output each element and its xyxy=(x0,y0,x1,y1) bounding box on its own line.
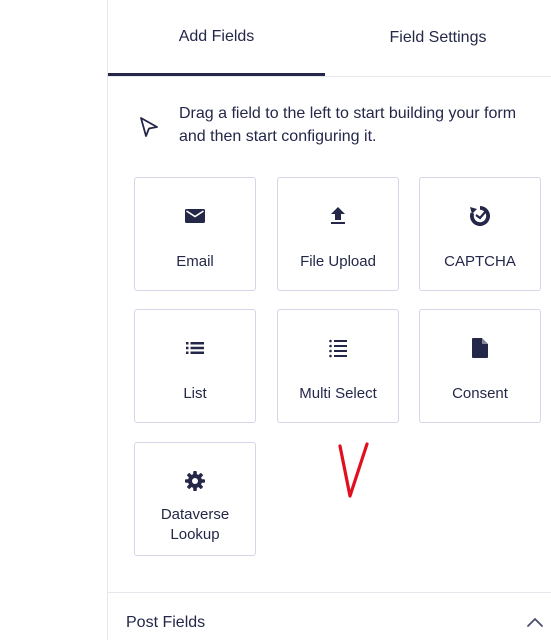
field-list[interactable]: List xyxy=(134,309,256,423)
section-header-post-fields[interactable]: Post Fields xyxy=(126,614,205,632)
list-icon xyxy=(186,342,204,354)
field-captcha[interactable]: CAPTCHA xyxy=(419,177,541,291)
tab-add-fields[interactable]: Add Fields xyxy=(108,0,325,76)
field-label: CAPTCHA xyxy=(444,253,516,270)
sidebar-tabs: Add Fields Field Settings xyxy=(108,0,551,77)
field-label: Consent xyxy=(452,385,508,402)
section-divider xyxy=(108,592,551,593)
drag-hint: Drag a field to the left to start buildi… xyxy=(134,102,544,152)
field-consent[interactable]: Consent xyxy=(419,309,541,423)
pointer-icon xyxy=(140,117,158,137)
gear-icon xyxy=(185,471,205,491)
envelope-icon xyxy=(185,209,205,223)
document-icon xyxy=(472,338,488,358)
upload-icon xyxy=(331,207,345,224)
tab-field-settings[interactable]: Field Settings xyxy=(325,0,551,76)
red-checkmark-annotation xyxy=(338,442,369,498)
field-label: File Upload xyxy=(300,253,376,270)
field-sidebar-panel: Add Fields Field Settings Drag a field t… xyxy=(108,0,551,640)
chevron-up-icon[interactable] xyxy=(526,616,544,628)
field-label: List xyxy=(183,385,207,402)
field-label: Multi Select xyxy=(299,385,377,402)
captcha-icon xyxy=(470,206,491,226)
field-label: Email xyxy=(176,253,214,270)
field-label-line: Dataverse xyxy=(160,506,230,523)
field-email[interactable]: Email xyxy=(134,177,256,291)
field-dataverse-lookup[interactable]: Dataverse Lookup xyxy=(134,442,256,556)
drag-hint-text: Drag a field to the left to start buildi… xyxy=(179,105,517,145)
field-label-line: Lookup xyxy=(170,526,220,543)
checklist-icon xyxy=(329,339,347,358)
form-canvas-edge xyxy=(0,0,108,640)
field-multi-select[interactable]: Multi Select xyxy=(277,309,399,423)
field-label: Dataverse Lookup xyxy=(135,505,255,545)
field-file-upload[interactable]: File Upload xyxy=(277,177,399,291)
